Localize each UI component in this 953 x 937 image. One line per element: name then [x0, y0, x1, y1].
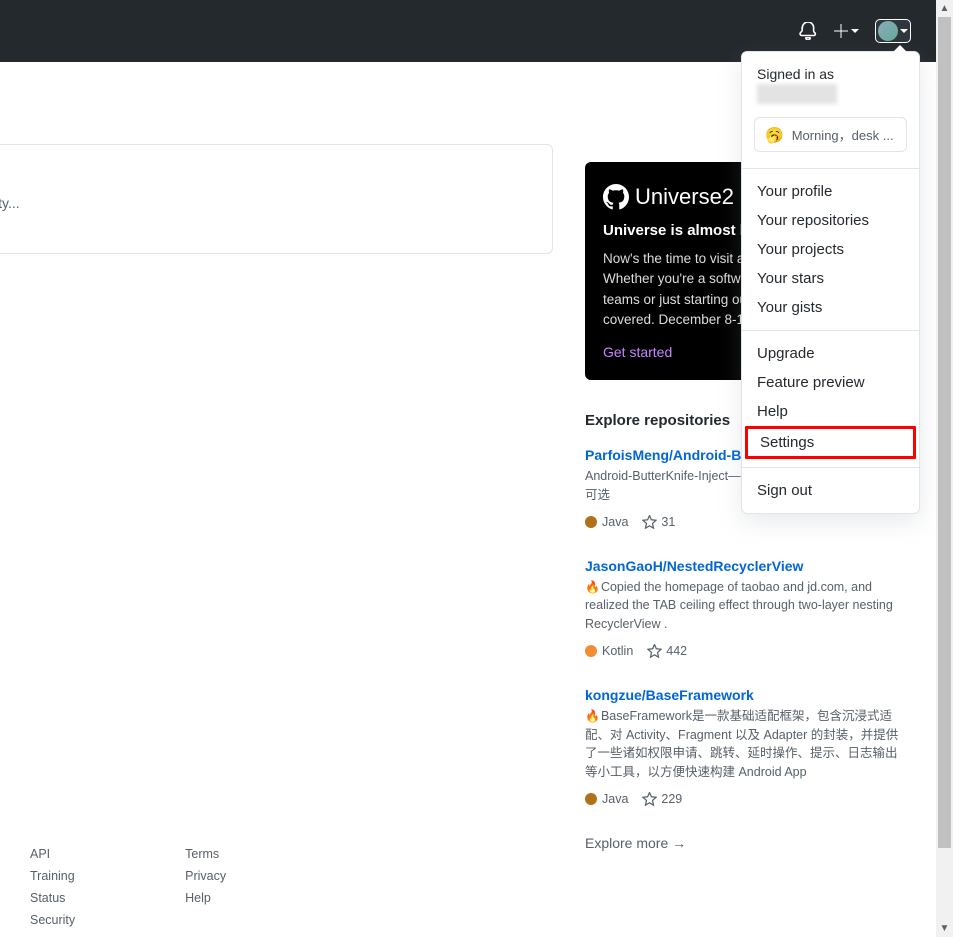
page-footer: API Training Status Security Terms Privacy He…: [0, 847, 936, 937]
footer-link-status[interactable]: Status: [30, 891, 75, 905]
github-logo-icon: [603, 184, 629, 210]
footer-link-training[interactable]: Training: [30, 869, 75, 883]
activity-placeholder: tivity...: [0, 195, 20, 211]
repo-star-count[interactable]: 229: [642, 792, 682, 807]
repo-description: 🔥Copied the homepage of taobao and jd.co…: [585, 578, 899, 634]
dropdown-item-upgrade[interactable]: Upgrade: [742, 339, 919, 368]
repo-star-count[interactable]: 31: [642, 515, 675, 530]
signed-in-as-label: Signed in as: [742, 60, 919, 84]
footer-link-api[interactable]: API: [30, 847, 75, 861]
repo-language: Kotlin: [585, 644, 633, 658]
repo-description: 🔥BaseFramework是一款基础适配框架，包含沉浸式适配、对 Activi…: [585, 707, 899, 782]
star-icon: [647, 644, 662, 659]
dropdown-item-your-profile[interactable]: Your profile: [742, 177, 919, 206]
repo-name-link[interactable]: kongzue/BaseFramework: [585, 687, 754, 703]
dropdown-item-your-repositories[interactable]: Your repositories: [742, 206, 919, 235]
dropdown-item-your-gists[interactable]: Your gists: [742, 293, 919, 322]
repo-name-link[interactable]: JasonGaoH/NestedRecyclerView: [585, 558, 803, 574]
dropdown-item-help[interactable]: Help: [742, 397, 919, 426]
dropdown-item-sign-out[interactable]: Sign out: [742, 476, 919, 505]
set-status-button[interactable]: 🥱 Morning，desk ...: [754, 117, 907, 152]
star-icon: [642, 515, 657, 530]
status-text: Morning，desk ...: [792, 125, 894, 144]
footer-link-privacy[interactable]: Privacy: [185, 869, 226, 883]
avatar: [878, 21, 898, 41]
caret-down-icon: [851, 29, 859, 33]
repo-star-count[interactable]: 442: [647, 644, 687, 659]
dropdown-item-your-stars[interactable]: Your stars: [742, 264, 919, 293]
repo-item: kongzue/BaseFramework 🔥BaseFramework是一款基…: [585, 687, 899, 807]
dropdown-item-settings[interactable]: Settings: [745, 426, 916, 459]
user-avatar-dropdown[interactable]: [875, 19, 911, 43]
promo-logo-text: Universe2: [635, 184, 734, 210]
footer-link-terms[interactable]: Terms: [185, 847, 226, 861]
repo-item: JasonGaoH/NestedRecyclerView 🔥Copied the…: [585, 558, 899, 659]
repo-language: Java: [585, 792, 628, 806]
repo-name-link[interactable]: ParfoisMeng/Android-Bu: [585, 447, 750, 463]
notifications-icon[interactable]: [799, 22, 817, 40]
status-emoji-icon: 🥱: [765, 126, 784, 144]
caret-down-icon: [900, 29, 908, 33]
scroll-up-arrow-icon[interactable]: ▲: [936, 0, 953, 17]
activity-feed-card: tivity...: [0, 144, 553, 254]
create-new-dropdown[interactable]: [833, 23, 859, 39]
dropdown-username: [742, 84, 919, 113]
star-icon: [642, 792, 657, 807]
footer-link-security[interactable]: Security: [30, 913, 75, 927]
footer-link-help[interactable]: Help: [185, 891, 226, 905]
repo-language: Java: [585, 515, 628, 529]
dropdown-item-your-projects[interactable]: Your projects: [742, 235, 919, 264]
vertical-scrollbar[interactable]: ▲ ▼: [936, 0, 953, 937]
scroll-down-arrow-icon[interactable]: ▼: [936, 920, 953, 937]
dropdown-item-feature-preview[interactable]: Feature preview: [742, 368, 919, 397]
user-dropdown-menu: Signed in as 🥱 Morning，desk ... Your pro…: [741, 51, 920, 514]
scrollbar-thumb[interactable]: [938, 17, 951, 848]
